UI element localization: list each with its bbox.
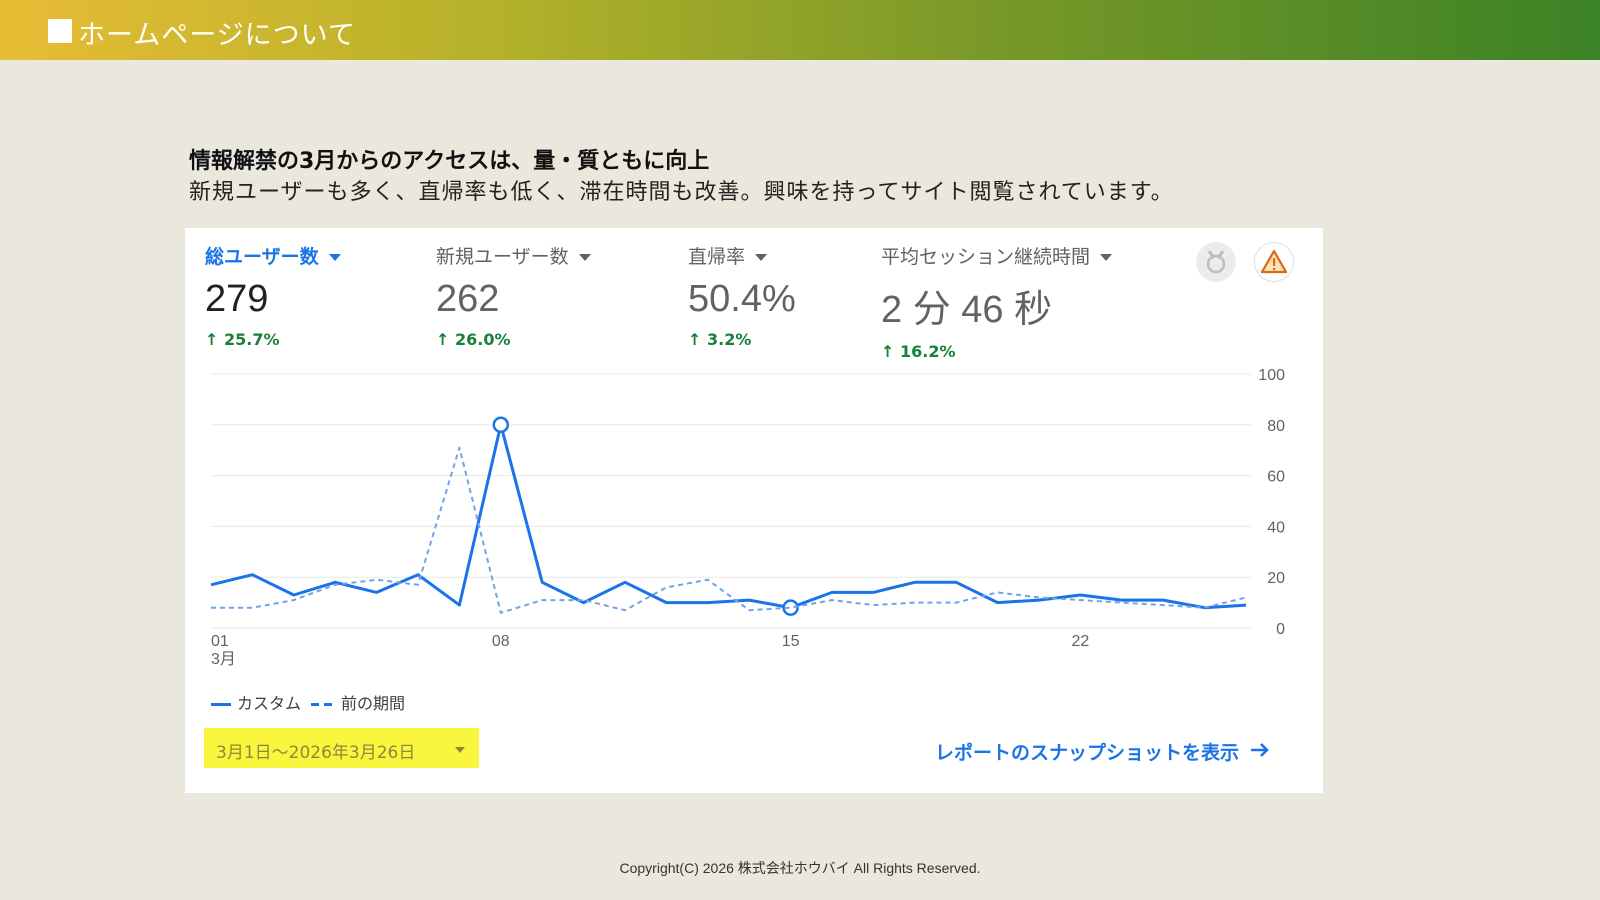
chevron-down-icon [755, 254, 768, 261]
metric-value-total-users: 279 [205, 278, 269, 320]
metric-value-session-duration: 2 分 46 秒 [881, 289, 1053, 331]
warning-icon[interactable] [1254, 242, 1294, 282]
arrow-up-icon: ↑ [205, 330, 219, 349]
banner-square-icon [48, 19, 72, 43]
subline: 新規ユーザーも多く、直帰率も低く、滞在時間も改善。興味を持ってサイト閲覧されてい… [189, 180, 1174, 205]
banner-title: ホームページについて [78, 20, 356, 51]
legend-solid-line [211, 703, 231, 706]
legend-dashed-line [311, 703, 334, 706]
title-banner: ホームページについて [0, 0, 1600, 60]
metric-value-bounce-rate: 50.4% [688, 278, 796, 320]
chevron-down-icon [328, 254, 341, 261]
data-point-marker [492, 416, 510, 434]
chevron-down-icon [455, 747, 465, 753]
x-tick-label: 08 [492, 633, 510, 650]
y-tick-label: 20 [1267, 570, 1285, 587]
view-report-snapshot-link[interactable]: レポートのスナップショットを表示 [935, 738, 1271, 765]
y-tick-label: 60 [1267, 469, 1285, 486]
series-line-previous [211, 446, 1247, 614]
metric-bounce-rate[interactable]: 直帰率 50.4% ↑ 3.2% [688, 242, 796, 349]
y-tick-label: 80 [1267, 418, 1285, 435]
chart-legend: カスタム 前の期間 [211, 690, 405, 714]
metric-change-new-users: ↑ 26.0% [436, 330, 511, 349]
chevron-down-icon [578, 254, 591, 261]
metric-total-users[interactable]: 総ユーザー数 279 ↑ 25.7% [205, 242, 341, 349]
y-tick-label: 100 [1258, 367, 1285, 384]
line-chart: 0 20 40 60 80 100 013月 08 15 22 [210, 367, 1285, 668]
y-tick-label: 40 [1267, 519, 1285, 536]
metric-session-duration[interactable]: 平均セッション継続時間 2 分 46 秒 ↑ 16.2% [881, 242, 1113, 361]
view-report-snapshot-label: レポートのスナップショットを表示 [935, 742, 1240, 764]
metric-change-total-users: ↑ 25.7% [205, 330, 280, 349]
x-tick-sublabel: 3月 [211, 651, 236, 668]
metric-label-session-duration[interactable]: 平均セッション継続時間 [881, 242, 1113, 269]
analytics-card: 総ユーザー数 279 ↑ 25.7% 新規ユーザー数 262 ↑ 26.0% 直… [185, 228, 1323, 793]
arrow-right-icon [1249, 741, 1271, 764]
metric-change-bounce-rate: ↑ 3.2% [688, 330, 752, 349]
metric-label-total-users[interactable]: 総ユーザー数 [205, 242, 341, 269]
legend-label-previous: 前の期間 [341, 694, 406, 713]
x-tick-label: 15 [782, 633, 800, 650]
metric-value-new-users: 262 [436, 278, 500, 320]
date-range-label: 3月1日〜2026年3月26日 [216, 743, 416, 763]
y-tick-label: 0 [1276, 621, 1285, 638]
metric-new-users[interactable]: 新規ユーザー数 262 ↑ 26.0% [436, 242, 591, 349]
x-tick-label: 01 [211, 633, 229, 650]
metric-label-bounce-rate[interactable]: 直帰率 [688, 242, 796, 269]
x-tick-label: 22 [1072, 633, 1090, 650]
arrow-up-icon: ↑ [688, 330, 702, 349]
copyright-footer: Copyright(C) 2026 株式会社ホウバイ All Rights Re… [619, 860, 981, 876]
legend-label-current: カスタム [237, 694, 302, 713]
chevron-down-icon [1100, 254, 1113, 261]
badge-icon[interactable] [1196, 242, 1236, 282]
date-range-selector[interactable]: 3月1日〜2026年3月26日 [204, 728, 479, 768]
arrow-up-icon: ↑ [436, 330, 450, 349]
headline: 情報解禁の3月からのアクセスは、量・質ともに向上 [189, 149, 710, 174]
series-line-current [210, 423, 1247, 610]
metric-label-new-users[interactable]: 新規ユーザー数 [436, 242, 591, 269]
